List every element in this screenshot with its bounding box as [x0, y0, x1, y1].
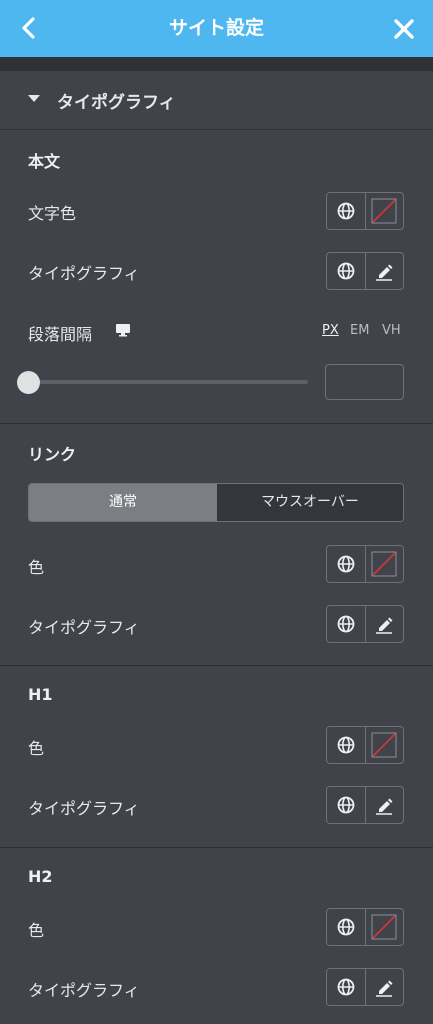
unit-px-option[interactable]: PX — [322, 323, 339, 338]
h2-typography-control — [326, 968, 404, 1006]
unit-vh-option[interactable]: VH — [382, 323, 401, 338]
h1-typography-control — [326, 786, 404, 824]
edit-typography-button[interactable] — [364, 787, 404, 823]
header-bar: サイト設定 — [0, 0, 433, 57]
link-color-control — [326, 545, 404, 583]
color-picker-button[interactable] — [364, 909, 404, 945]
typography-accordion-toggle[interactable]: タイポグラフィ — [0, 71, 433, 130]
h2-color-label: 色 — [28, 921, 45, 940]
accordion-label: タイポグラフィ — [57, 93, 176, 113]
edit-typography-button[interactable] — [364, 969, 404, 1005]
global-fonts-button[interactable] — [327, 253, 365, 289]
link-section-heading: リンク — [28, 445, 77, 464]
pencil-icon — [376, 617, 393, 634]
link-typography-label: タイポグラフィ — [28, 618, 140, 637]
globe-icon — [337, 796, 355, 814]
header-shadow — [0, 57, 433, 71]
no-color-swatch-icon — [371, 914, 397, 940]
h1-color-label: 色 — [28, 739, 45, 758]
desktop-icon[interactable] — [114, 322, 132, 338]
global-fonts-button[interactable] — [327, 787, 365, 823]
globe-icon — [337, 978, 355, 996]
edit-typography-button[interactable] — [364, 606, 404, 642]
color-picker-button[interactable] — [364, 546, 404, 582]
paragraph-spacing-input[interactable] — [325, 364, 404, 400]
globe-icon — [337, 736, 355, 754]
no-color-swatch-icon — [371, 551, 397, 577]
tab-normal[interactable]: 通常 — [29, 484, 217, 521]
pencil-icon — [376, 264, 393, 281]
body-text-color-control — [326, 192, 404, 230]
h1-typography-label: タイポグラフィ — [28, 799, 140, 818]
body-typography-label: タイポグラフィ — [28, 264, 140, 283]
paragraph-spacing-slider-track[interactable] — [28, 380, 308, 384]
paragraph-spacing-slider-handle[interactable] — [17, 371, 40, 394]
section-divider — [0, 665, 433, 666]
body-section-heading: 本文 — [28, 152, 61, 171]
h2-section-heading: H2 — [28, 867, 53, 886]
global-colors-button[interactable] — [327, 909, 365, 945]
globe-icon — [337, 918, 355, 936]
link-typography-control — [326, 605, 404, 643]
pencil-icon — [376, 798, 393, 815]
h1-color-control — [326, 726, 404, 764]
link-color-label: 色 — [28, 558, 45, 577]
no-color-swatch-icon — [371, 732, 397, 758]
global-colors-button[interactable] — [327, 727, 365, 763]
global-fonts-button[interactable] — [327, 606, 365, 642]
h2-typography-label: タイポグラフィ — [28, 981, 140, 1000]
page-title: サイト設定 — [168, 17, 264, 39]
global-fonts-button[interactable] — [327, 969, 365, 1005]
section-divider — [0, 847, 433, 848]
caret-down-icon — [28, 95, 40, 102]
globe-icon — [337, 202, 355, 220]
tab-hover[interactable]: マウスオーバー — [217, 484, 403, 521]
globe-icon — [337, 555, 355, 573]
global-colors-button[interactable] — [327, 546, 365, 582]
globe-icon — [337, 262, 355, 280]
link-state-tabs: 通常 マウスオーバー — [28, 483, 404, 522]
h2-color-control — [326, 908, 404, 946]
global-colors-button[interactable] — [327, 193, 365, 229]
edit-typography-button[interactable] — [364, 253, 404, 289]
body-text-color-label: 文字色 — [28, 204, 77, 223]
color-picker-button[interactable] — [364, 727, 404, 763]
section-divider — [0, 423, 433, 424]
paragraph-spacing-label: 段落間隔 — [28, 325, 93, 344]
globe-icon — [337, 615, 355, 633]
body-typography-control — [326, 252, 404, 290]
close-icon[interactable] — [388, 13, 420, 45]
pencil-icon — [376, 980, 393, 997]
h1-section-heading: H1 — [28, 685, 53, 704]
no-color-swatch-icon — [371, 198, 397, 224]
color-picker-button[interactable] — [364, 193, 404, 229]
unit-em-option[interactable]: EM — [350, 323, 369, 338]
